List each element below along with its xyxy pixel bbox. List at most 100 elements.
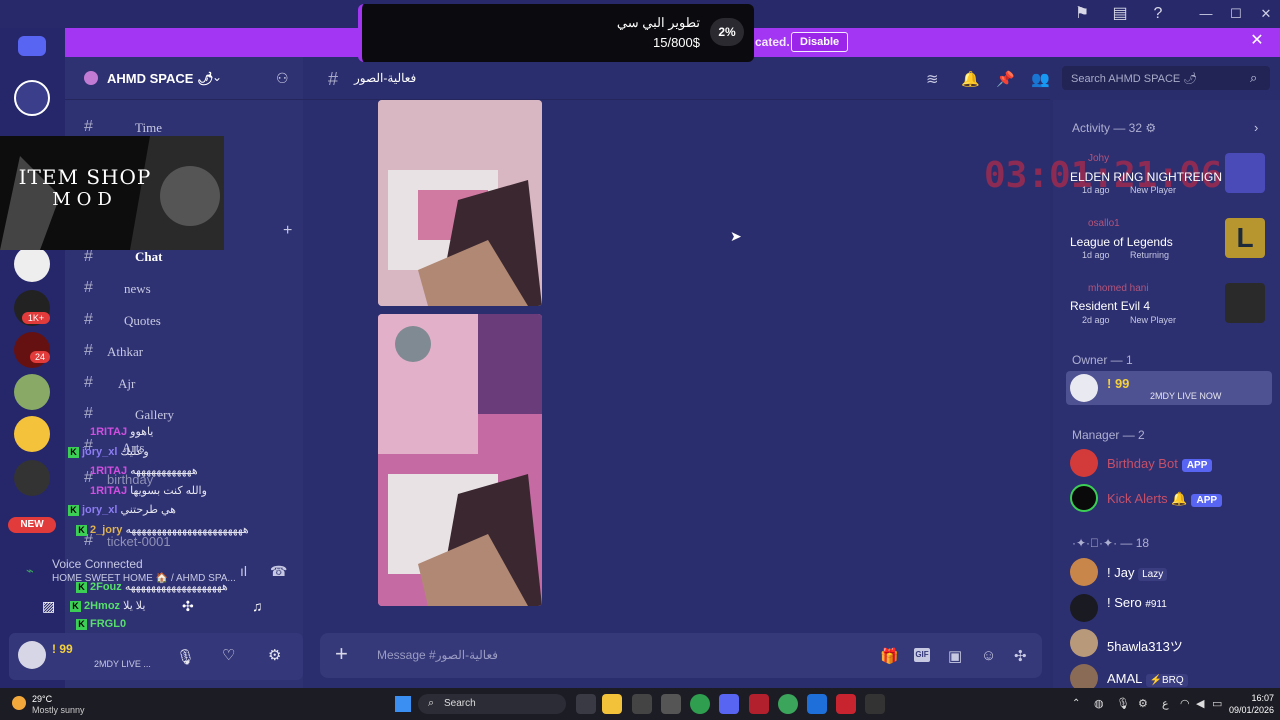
add-member-icon[interactable]: ⚇ [276, 70, 289, 87]
chevron-right-icon[interactable]: › [1254, 120, 1258, 135]
group-header: ·✦·ﾟ·✦· — 18 [1072, 536, 1150, 550]
member-name[interactable]: Kick Alerts 🔔 APP [1107, 491, 1223, 507]
help-icon[interactable]: ? [1148, 4, 1168, 24]
channel-ajr[interactable]: Ajr [118, 376, 135, 392]
language-icon[interactable]: ع [1162, 697, 1169, 710]
members-icon[interactable]: 👥 [1031, 70, 1050, 88]
app-icon[interactable] [632, 694, 652, 714]
activity-game[interactable]: League of Legends [1070, 235, 1173, 249]
member-name[interactable]: ! Jay Lazy [1107, 565, 1168, 581]
activity-user: mhomed hani [1088, 283, 1149, 294]
pin-icon[interactable]: ⚑ [1072, 4, 1092, 24]
app-icon[interactable] [749, 694, 769, 714]
activity-icon[interactable]: ✣ [182, 598, 194, 615]
server-icon[interactable] [14, 374, 50, 410]
microphone-icon[interactable]: 🎙 [176, 648, 195, 666]
settings-icon[interactable] [661, 694, 681, 714]
member-name[interactable]: ! Sero #911 [1107, 595, 1167, 610]
task-view-icon[interactable] [576, 694, 596, 714]
inbox-icon[interactable]: ▤ [1110, 4, 1130, 24]
maximize-button[interactable]: ☐ [1222, 4, 1250, 24]
wifi-icon[interactable]: ◠ [1180, 697, 1190, 710]
clock-time[interactable]: 16:07 [1236, 693, 1274, 703]
close-window-button[interactable]: ✕ [1252, 4, 1280, 24]
bell-icon[interactable]: 🔔 [961, 70, 980, 88]
disconnect-icon[interactable]: ☎ [270, 563, 287, 580]
app-icon[interactable] [836, 694, 856, 714]
server-icon[interactable] [14, 460, 50, 496]
channel-gallery[interactable]: Gallery [135, 407, 174, 423]
add-attachment-icon[interactable]: + [335, 643, 348, 665]
activity-ago: 2d ago [1082, 315, 1110, 325]
server-icon[interactable] [14, 80, 50, 116]
clock-date[interactable]: 09/01/2026 [1222, 705, 1274, 715]
hash-icon: # [84, 279, 93, 296]
activity-tag: New Player [1130, 315, 1177, 325]
windows-start-icon[interactable] [395, 696, 411, 712]
app-icon[interactable] [865, 694, 885, 714]
search-input[interactable]: Search AHMD SPACE 🌶 [1071, 72, 1197, 85]
chevron-up-icon[interactable]: ⌃ [1072, 698, 1080, 709]
stream-chat-line: Kjory_xl هي طرحتني [68, 503, 176, 516]
new-badge: NEW [8, 517, 56, 533]
headphones-icon[interactable]: ♡ [222, 646, 235, 664]
microphone-icon[interactable]: 🎙 [1116, 697, 1130, 710]
message-input[interactable]: Message #فعالية-الصور [377, 648, 498, 662]
voice-location[interactable]: HOME SWEET HOME 🏠 / AHMD SPA... [52, 573, 236, 584]
gift-icon[interactable]: 🎁 [880, 647, 899, 665]
vpn-icon[interactable]: ⚙ [1138, 697, 1148, 710]
banner-text: cated. [755, 35, 790, 49]
user-panel [9, 633, 303, 680]
discord-icon[interactable] [719, 694, 739, 714]
weather-temp[interactable]: 29°C [32, 694, 52, 704]
donation-title: تطوير البي سي [616, 15, 700, 30]
gif-icon[interactable]: GIF [914, 648, 930, 662]
noise-suppression-icon[interactable]: ıl [240, 563, 247, 579]
avatar[interactable] [18, 641, 46, 669]
volume-icon[interactable]: ◀ [1196, 697, 1204, 710]
chevron-down-icon[interactable]: ⌄ [212, 70, 222, 84]
emoji-icon[interactable]: ☺ [981, 647, 996, 664]
discord-home-icon[interactable] [18, 36, 46, 56]
minimize-button[interactable]: — [1192, 4, 1220, 24]
channel-time[interactable]: Time [135, 120, 162, 136]
threads-icon[interactable]: ≋ [926, 70, 939, 88]
user-name[interactable]: ! 99 [52, 642, 73, 656]
sticker-icon[interactable]: ▣ [948, 647, 962, 665]
member-name[interactable]: AMAL ⚡BRQ [1107, 671, 1188, 687]
channel-ticket[interactable]: ticket-0001 [107, 534, 171, 549]
disable-button[interactable]: Disable [791, 32, 849, 52]
activity-game[interactable]: ELDEN RING NIGHTREIGN [1070, 170, 1222, 184]
pin-icon[interactable]: 📌 [996, 70, 1015, 88]
message-image[interactable] [378, 314, 542, 606]
camera-off-icon[interactable]: ▨ [42, 598, 55, 615]
network-icon[interactable]: ◍ [1094, 697, 1104, 710]
chrome-icon[interactable] [690, 694, 710, 714]
browser-icon[interactable] [778, 694, 798, 714]
channel-news[interactable]: news [124, 281, 151, 297]
soundboard-icon[interactable]: ♫ [252, 598, 263, 614]
manager-header: Manager — 2 [1072, 428, 1145, 442]
member-name[interactable]: Birthday Bot APP [1107, 456, 1213, 472]
server-icon[interactable] [14, 416, 50, 452]
avatar [1070, 558, 1098, 586]
activity-game[interactable]: Resident Evil 4 [1070, 299, 1150, 313]
settings-gear-icon[interactable]: ⚙ [268, 646, 281, 664]
server-name[interactable]: AHMD SPACE 🌶 [107, 71, 214, 87]
server-icon[interactable] [14, 246, 50, 282]
channel-athkar[interactable]: Athkar [107, 344, 143, 360]
search-icon[interactable]: ⌕ [1250, 70, 1257, 86]
app-icon[interactable] [807, 694, 827, 714]
add-channel-icon[interactable]: + [283, 222, 292, 240]
taskbar-search[interactable] [418, 694, 566, 714]
channel-chat[interactable]: Chat [135, 249, 162, 265]
search-icon: ⌕ [428, 697, 435, 709]
avatar [1070, 449, 1098, 477]
channel-quotes[interactable]: Quotes [124, 313, 161, 329]
battery-icon[interactable]: ▭ [1212, 697, 1222, 710]
apps-icon[interactable]: ✣ [1014, 647, 1027, 665]
message-image[interactable] [378, 100, 542, 306]
member-name[interactable]: 5hawla313ツ [1107, 636, 1183, 655]
file-explorer-icon[interactable] [602, 694, 622, 714]
close-icon[interactable]: ✕ [1248, 32, 1266, 50]
